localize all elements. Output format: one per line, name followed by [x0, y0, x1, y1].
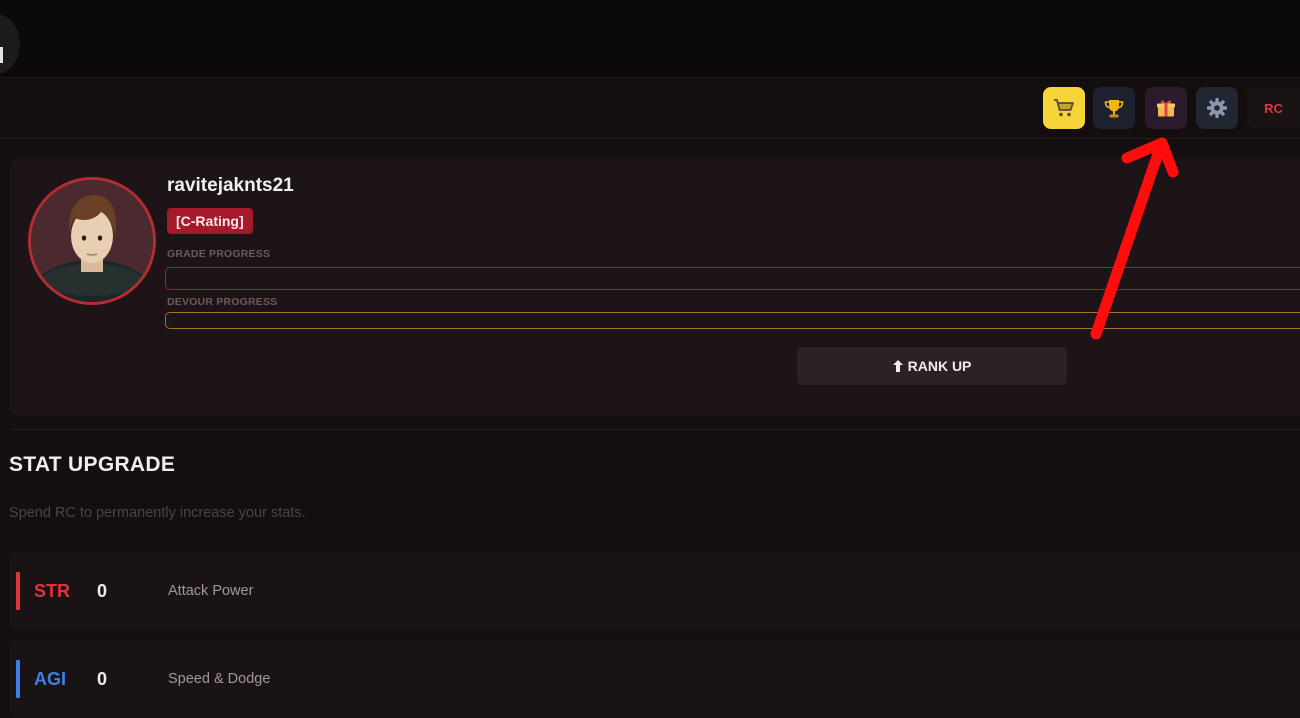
stat-value: 0 — [97, 581, 108, 601]
stat-accent-bar — [16, 572, 20, 610]
arrow-up-icon — [892, 360, 903, 372]
rating-badge: [C-Rating] — [167, 208, 253, 234]
menu-icon — [0, 47, 3, 63]
grade-progress-label: GRADE PROGRESS — [167, 248, 271, 260]
stat-row-agi[interactable]: AGI 0 Speed & Dodge — [10, 640, 1300, 718]
nav-bar: RC — [0, 78, 1300, 139]
settings-button[interactable] — [1196, 87, 1238, 129]
username: ravitejaknts21 — [167, 175, 294, 196]
stat-upgrade-subtitle: Spend RC to permanently increase your st… — [9, 505, 306, 521]
leaderboard-button[interactable] — [1093, 87, 1135, 129]
grade-progress-bar — [165, 267, 1300, 290]
stat-upgrade-title: STAT UPGRADE — [9, 453, 176, 476]
stat-abbr: STR — [34, 581, 70, 601]
rc-currency-button[interactable]: RC — [1247, 87, 1300, 129]
avatar — [28, 177, 156, 305]
trophy-icon — [1104, 100, 1124, 118]
stat-description: Attack Power — [168, 583, 254, 599]
devour-progress-bar — [165, 312, 1300, 329]
profile-card: ravitejaknts21 [C-Rating] GRADE PROGRESS… — [10, 159, 1300, 416]
gear-icon — [1207, 98, 1227, 118]
rc-label: RC — [1264, 100, 1283, 116]
top-bar — [0, 0, 1300, 78]
section-divider — [10, 429, 1300, 430]
stat-description: Speed & Dodge — [168, 671, 271, 687]
rank-up-label: RANK UP — [907, 358, 972, 374]
devour-progress-label: DEVOUR PROGRESS — [167, 296, 278, 308]
stat-row-str[interactable]: STR 0 Attack Power — [10, 552, 1300, 630]
avatar-image — [31, 180, 153, 302]
menu-button[interactable] — [0, 14, 20, 74]
shopping-cart-icon — [1054, 99, 1074, 117]
shop-button[interactable] — [1043, 87, 1085, 129]
stat-value: 0 — [97, 669, 108, 689]
rewards-button[interactable] — [1145, 87, 1187, 129]
gift-icon — [1157, 100, 1175, 117]
stat-abbr: AGI — [34, 669, 67, 689]
stat-accent-bar — [16, 660, 20, 698]
rank-up-button[interactable]: RANK UP — [797, 347, 1067, 385]
